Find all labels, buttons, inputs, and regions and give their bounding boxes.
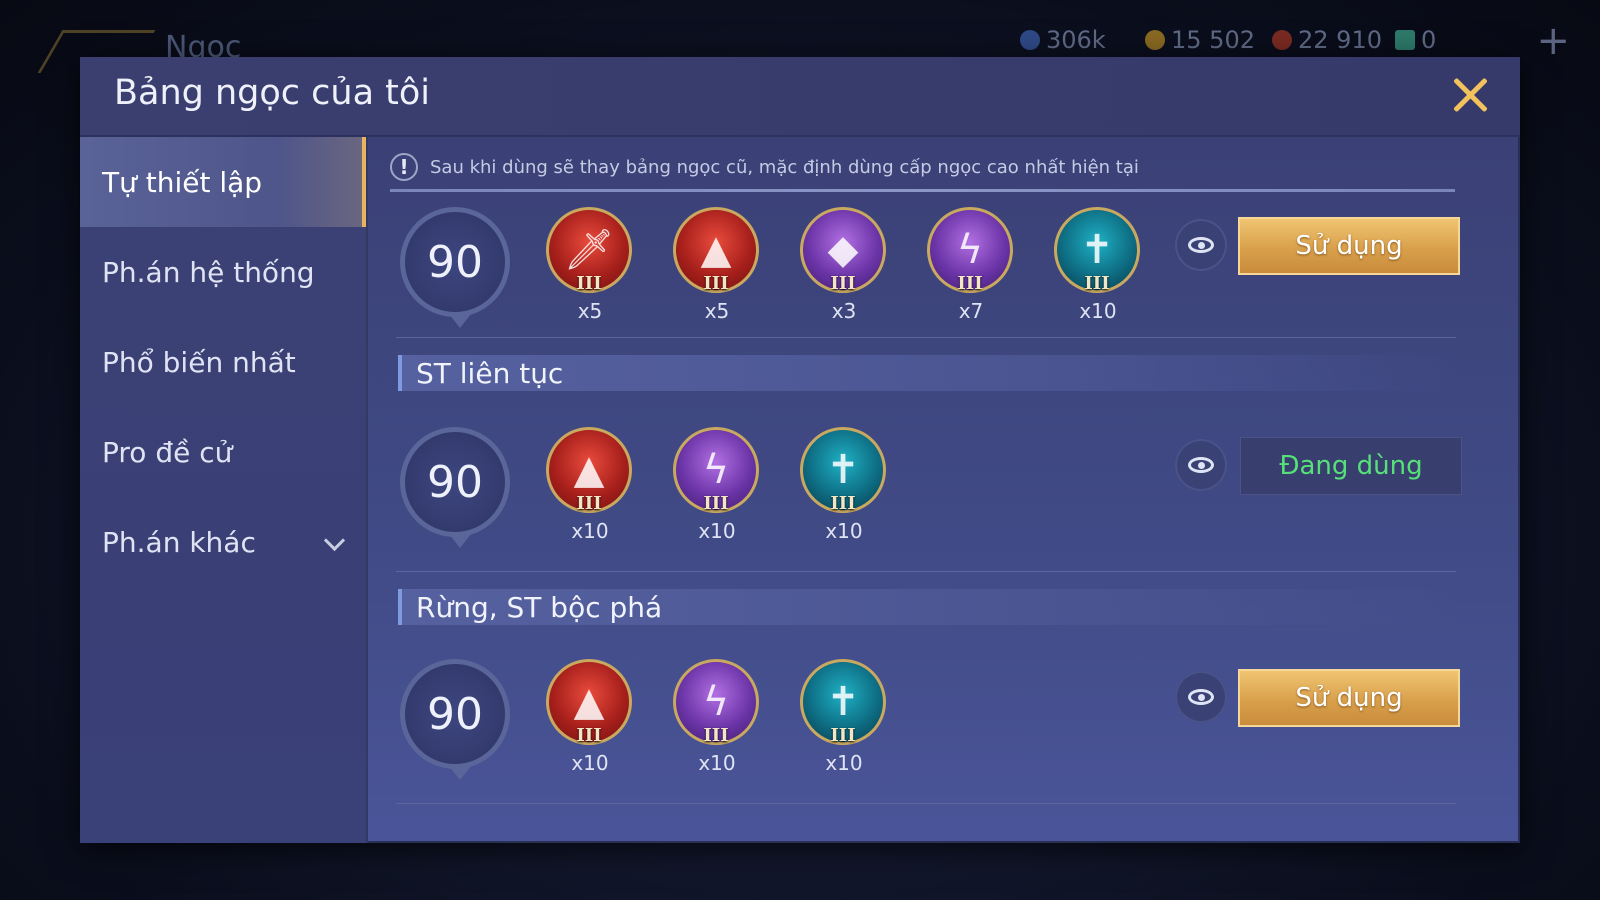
resource-value: 306k — [1046, 26, 1106, 54]
rune-page-row: 90 ▲ III x10 ϟ III x10 ✝ III x10 Đang dùng — [370, 427, 1520, 557]
gem-count: x5 — [704, 299, 730, 323]
voucher-icon — [1395, 30, 1415, 50]
gem-currency-icon — [1020, 30, 1040, 50]
gem-count: x10 — [571, 519, 609, 543]
gem-item: ▲ III x10 — [546, 427, 634, 553]
lightning-gem-icon[interactable]: ϟ III — [673, 427, 759, 514]
drop-gem-icon[interactable]: ◆ III — [800, 207, 886, 294]
gem-count: x5 — [577, 299, 603, 323]
gold-coin-icon — [1145, 30, 1165, 50]
resource-gems: 306k — [1020, 26, 1106, 54]
lightning-gem-icon[interactable]: ϟ III — [927, 207, 1013, 294]
red-crystal-icon — [1272, 30, 1292, 50]
gem-tier: III — [830, 725, 856, 746]
chevron-down-icon — [323, 529, 346, 552]
gem-item: ✝ III x10 — [800, 659, 888, 785]
notice-text: Sau khi dùng sẽ thay bảng ngọc cũ, mặc đ… — [430, 156, 1139, 178]
divider — [390, 189, 1455, 192]
level-badge: 90 — [400, 207, 510, 328]
sword-gem-icon[interactable]: 🗡 III — [546, 207, 632, 294]
divider — [396, 803, 1456, 804]
gem-item: ϟ III x10 — [673, 659, 761, 785]
divider — [396, 337, 1456, 338]
modal-title: Bảng ngọc của tôi — [114, 73, 431, 113]
resource-crystal: 22 910 — [1272, 26, 1382, 54]
sidebar-item-system[interactable]: Ph.án hệ thống — [80, 227, 366, 317]
sidebar-item-custom[interactable]: Tự thiết lập — [80, 137, 366, 227]
sidebar-item-label: Ph.án khác — [102, 525, 256, 559]
section-title: ST liên tục — [398, 355, 1458, 391]
gem-item: ✝ III x10 — [1054, 207, 1142, 333]
dagger-gem-icon[interactable]: ✝ III — [1054, 207, 1140, 294]
preview-eye-icon[interactable] — [1175, 439, 1227, 491]
flame-gem-icon[interactable]: ▲ III — [546, 659, 632, 746]
close-icon[interactable] — [1446, 71, 1494, 119]
sidebar-item-label: Tự thiết lập — [102, 165, 263, 199]
gem-count: x10 — [1079, 299, 1117, 323]
sidebar: Tự thiết lập Ph.án hệ thống Phổ biến nhấ… — [80, 137, 368, 843]
use-button[interactable]: Sử dụng — [1238, 669, 1460, 727]
sidebar-item-popular[interactable]: Phổ biến nhất — [80, 317, 366, 407]
resource-value: 15 502 — [1171, 26, 1255, 54]
gem-tier: III — [703, 493, 729, 514]
gem-tier: III — [576, 725, 602, 746]
sidebar-item-label: Pro đề cử — [102, 435, 233, 469]
gem-item: ▲ III x10 — [546, 659, 634, 785]
resource-gold: 15 502 — [1145, 26, 1255, 54]
dagger-gem-icon[interactable]: ✝ III — [800, 427, 886, 514]
modal-header: Bảng ngọc của tôi — [80, 57, 1520, 137]
gem-item: ϟ III x7 — [927, 207, 1015, 333]
gem-tier: III — [1084, 273, 1110, 294]
flame-gem-icon[interactable]: ▲ III — [673, 207, 759, 294]
rune-page-row: 90 🗡 III x5 ▲ III x5 ◆ III x3 ϟ III x7 ✝ III … — [370, 207, 1520, 337]
sidebar-item-label: Ph.án hệ thống — [102, 255, 315, 289]
gem-tier: III — [576, 493, 602, 514]
gem-count: x3 — [831, 299, 857, 323]
rune-page-modal: Bảng ngọc của tôi Tự thiết lập Ph.án hệ … — [80, 57, 1520, 843]
resource-value: 22 910 — [1298, 26, 1382, 54]
gem-count: x10 — [825, 519, 863, 543]
divider — [396, 571, 1456, 572]
gem-item: ◆ III x3 — [800, 207, 888, 333]
section-title: Rừng, ST bộc phá — [398, 589, 1458, 625]
gem-count: x10 — [698, 751, 736, 775]
gem-tier: III — [576, 273, 602, 294]
level-badge: 90 — [400, 427, 510, 548]
gem-item: ▲ III x5 — [673, 207, 761, 333]
gem-tier: III — [957, 273, 983, 294]
warning-icon: ! — [390, 153, 418, 181]
dagger-gem-icon[interactable]: ✝ III — [800, 659, 886, 746]
sidebar-item-other[interactable]: Ph.án khác — [80, 497, 366, 587]
gem-count: x10 — [698, 519, 736, 543]
gem-tier: III — [830, 493, 856, 514]
add-resource-icon: + — [1536, 18, 1570, 64]
sidebar-item-pro[interactable]: Pro đề cử — [80, 407, 366, 497]
gem-count: x10 — [825, 751, 863, 775]
gem-item: ✝ III x10 — [800, 427, 888, 553]
gem-tier: III — [830, 273, 856, 294]
notice-bar: ! Sau khi dùng sẽ thay bảng ngọc cũ, mặc… — [390, 147, 1455, 187]
gem-item: ϟ III x10 — [673, 427, 761, 553]
preview-eye-icon[interactable] — [1175, 219, 1227, 271]
gem-tier: III — [703, 273, 729, 294]
flame-gem-icon[interactable]: ▲ III — [546, 427, 632, 514]
resource-value: 0 — [1421, 26, 1437, 54]
gem-item: 🗡 III x5 — [546, 207, 634, 333]
in-use-status: Đang dùng — [1240, 437, 1462, 495]
use-button[interactable]: Sử dụng — [1238, 217, 1460, 275]
gem-count: x7 — [958, 299, 984, 323]
level-badge: 90 — [400, 659, 510, 780]
gem-count: x10 — [571, 751, 609, 775]
rune-page-row: 90 ▲ III x10 ϟ III x10 ✝ III x10 Sử dụng — [370, 659, 1520, 789]
gem-tier: III — [703, 725, 729, 746]
lightning-gem-icon[interactable]: ϟ III — [673, 659, 759, 746]
resource-voucher: 0 — [1395, 26, 1436, 54]
preview-eye-icon[interactable] — [1175, 671, 1227, 723]
rune-pages-list[interactable]: ! Sau khi dùng sẽ thay bảng ngọc cũ, mặc… — [370, 137, 1520, 843]
sidebar-item-label: Phổ biến nhất — [102, 345, 296, 379]
